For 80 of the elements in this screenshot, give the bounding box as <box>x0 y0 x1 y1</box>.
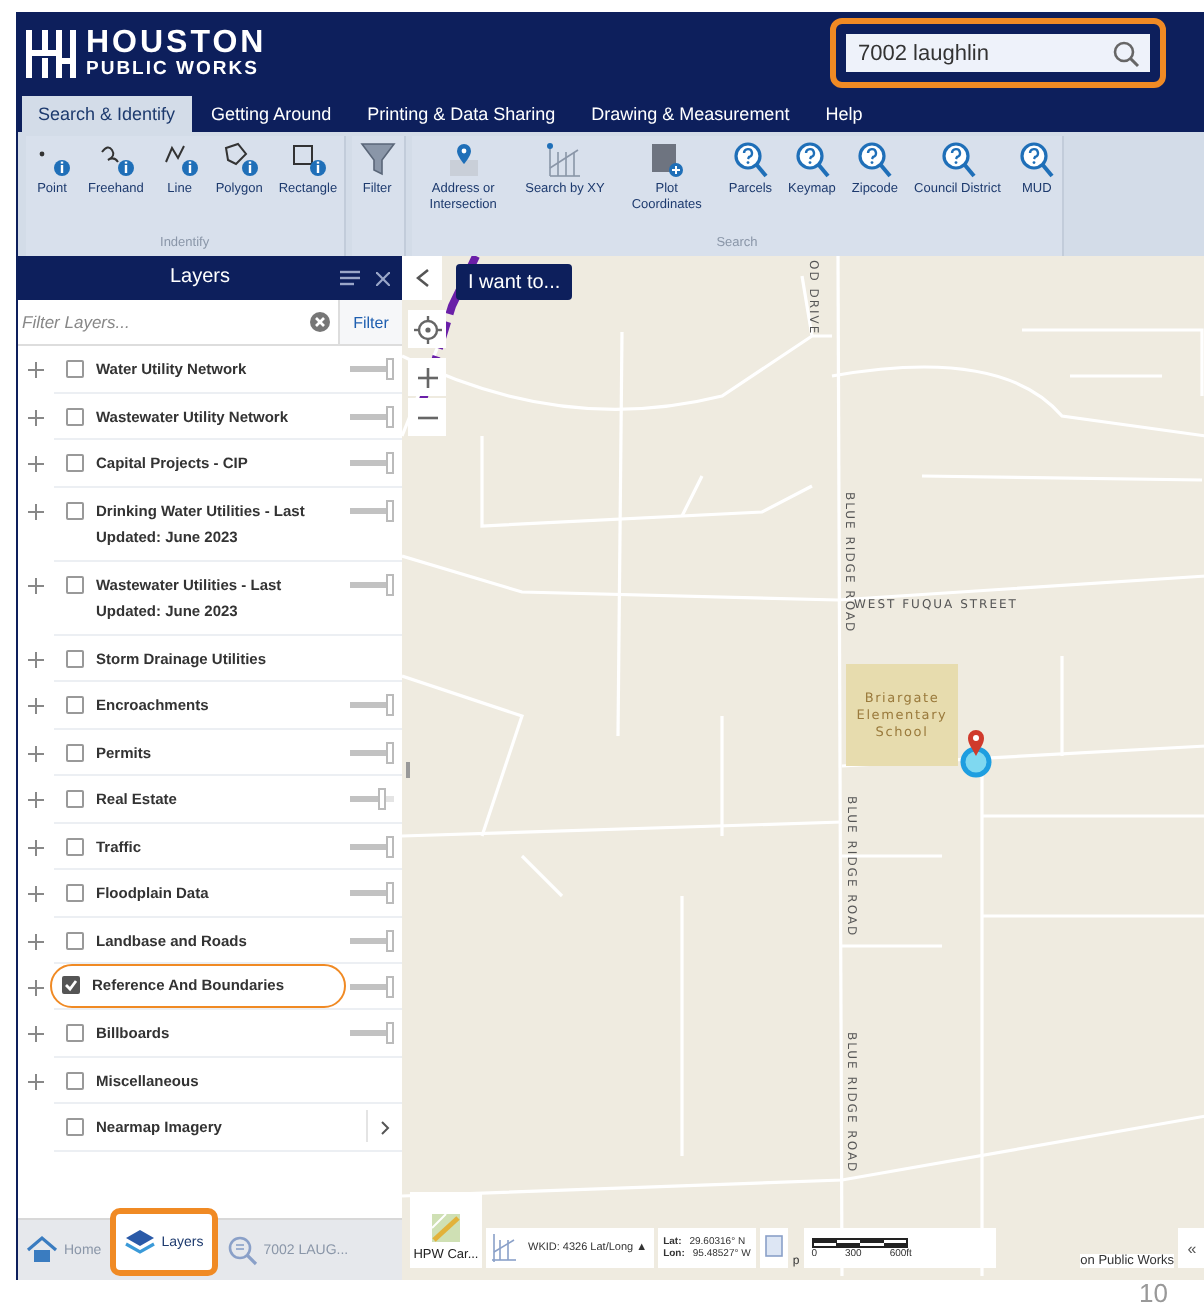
checkbox[interactable] <box>62 976 80 994</box>
page-icon[interactable] <box>764 1233 785 1257</box>
school-area <box>846 664 958 766</box>
expand-icon[interactable] <box>28 886 44 902</box>
minus-icon[interactable] <box>417 415 437 419</box>
chevron-right-icon[interactable] <box>380 1119 390 1135</box>
plot-point-icon[interactable] <box>646 140 687 180</box>
expand-icon[interactable] <box>28 933 44 949</box>
expand-icon[interactable] <box>28 1026 44 1042</box>
ribbon-tab[interactable]: Search & Identify <box>22 96 192 132</box>
checkbox[interactable] <box>66 1118 84 1136</box>
expand-button[interactable]: « <box>1178 1228 1204 1268</box>
home-icon <box>26 1234 58 1266</box>
zoom-in-button[interactable] <box>408 358 446 396</box>
rectangle-info-icon[interactable] <box>287 140 328 180</box>
checkbox[interactable] <box>66 575 84 593</box>
magnifier-question-icon[interactable] <box>937 140 978 180</box>
checkbox[interactable] <box>66 696 84 714</box>
expand-icon[interactable] <box>28 362 44 378</box>
expand-icon[interactable] <box>28 792 44 808</box>
zoom-out-button[interactable] <box>408 398 446 436</box>
expand-icon[interactable] <box>28 1073 44 1089</box>
expand-icon[interactable] <box>28 409 44 425</box>
checkbox[interactable] <box>66 407 84 425</box>
logo-icon <box>26 29 78 77</box>
ribbon-tab[interactable]: Drawing & Measurement <box>575 96 806 132</box>
magnifier-question-icon[interactable] <box>854 140 895 180</box>
checkbox[interactable] <box>66 837 84 855</box>
clear-icon[interactable] <box>310 312 330 332</box>
page-number: 10 <box>1139 1280 1168 1308</box>
filter-button[interactable]: Filter <box>338 300 402 344</box>
filter-icon[interactable] <box>357 140 398 180</box>
grid-chart-icon[interactable] <box>544 140 585 180</box>
checkbox[interactable] <box>66 884 84 902</box>
grid-chart-icon[interactable] <box>492 1234 516 1262</box>
expand-icon[interactable] <box>28 698 44 714</box>
logo-title: HOUSTON <box>86 27 267 60</box>
checkbox[interactable] <box>66 501 84 519</box>
expand-icon[interactable] <box>28 980 44 996</box>
search-field[interactable]: 7002 laughlin <box>846 34 1102 72</box>
splitter-handle-icon[interactable] <box>406 762 410 778</box>
checkbox[interactable] <box>66 931 84 949</box>
search-list-icon <box>225 1234 258 1266</box>
search-button[interactable] <box>1102 34 1150 72</box>
scale-bar-icon <box>811 1237 908 1247</box>
expand-icon[interactable] <box>28 577 44 593</box>
logo-subtitle: PUBLIC WORKS <box>86 59 261 79</box>
expand-icon[interactable] <box>28 839 44 855</box>
freehand-info-icon[interactable] <box>95 140 136 180</box>
expand-icon[interactable] <box>28 745 44 761</box>
expand-icon[interactable] <box>28 651 44 667</box>
checkbox[interactable] <box>66 743 84 761</box>
menu-icon[interactable] <box>340 270 360 286</box>
magnifier-question-icon[interactable] <box>1016 140 1057 180</box>
ribbon-tab[interactable]: Getting Around <box>195 96 348 132</box>
collapse-panel-button[interactable] <box>402 256 442 300</box>
magnifier-question-icon[interactable] <box>730 140 771 180</box>
i-want-to-button[interactable]: I want to... <box>456 264 573 300</box>
checkbox[interactable] <box>66 1024 84 1042</box>
measure-button[interactable] <box>760 1228 789 1268</box>
checkbox[interactable] <box>66 454 84 472</box>
expand-icon[interactable] <box>28 503 44 519</box>
chevron-left-icon[interactable] <box>415 267 429 287</box>
polygon-info-icon[interactable] <box>219 140 260 180</box>
magnifier-question-icon[interactable] <box>791 140 832 180</box>
ribbon-tab[interactable]: Help <box>809 96 879 132</box>
expand-icon[interactable] <box>28 456 44 472</box>
search-icon[interactable] <box>1112 39 1140 67</box>
layers-icon <box>123 1226 156 1258</box>
map-thumbnail-icon[interactable] <box>430 1212 462 1244</box>
plus-icon[interactable] <box>417 367 437 387</box>
checkbox[interactable] <box>66 360 84 378</box>
location-pin-icon <box>960 730 992 778</box>
checkbox[interactable] <box>66 649 84 667</box>
line-info-icon[interactable] <box>159 140 200 180</box>
checkbox[interactable] <box>66 790 84 808</box>
checkbox[interactable] <box>66 1071 84 1089</box>
close-icon[interactable] <box>376 271 390 285</box>
panel-title: Layers <box>170 266 231 288</box>
ribbon-tab[interactable]: Printing & Data Sharing <box>351 96 572 132</box>
